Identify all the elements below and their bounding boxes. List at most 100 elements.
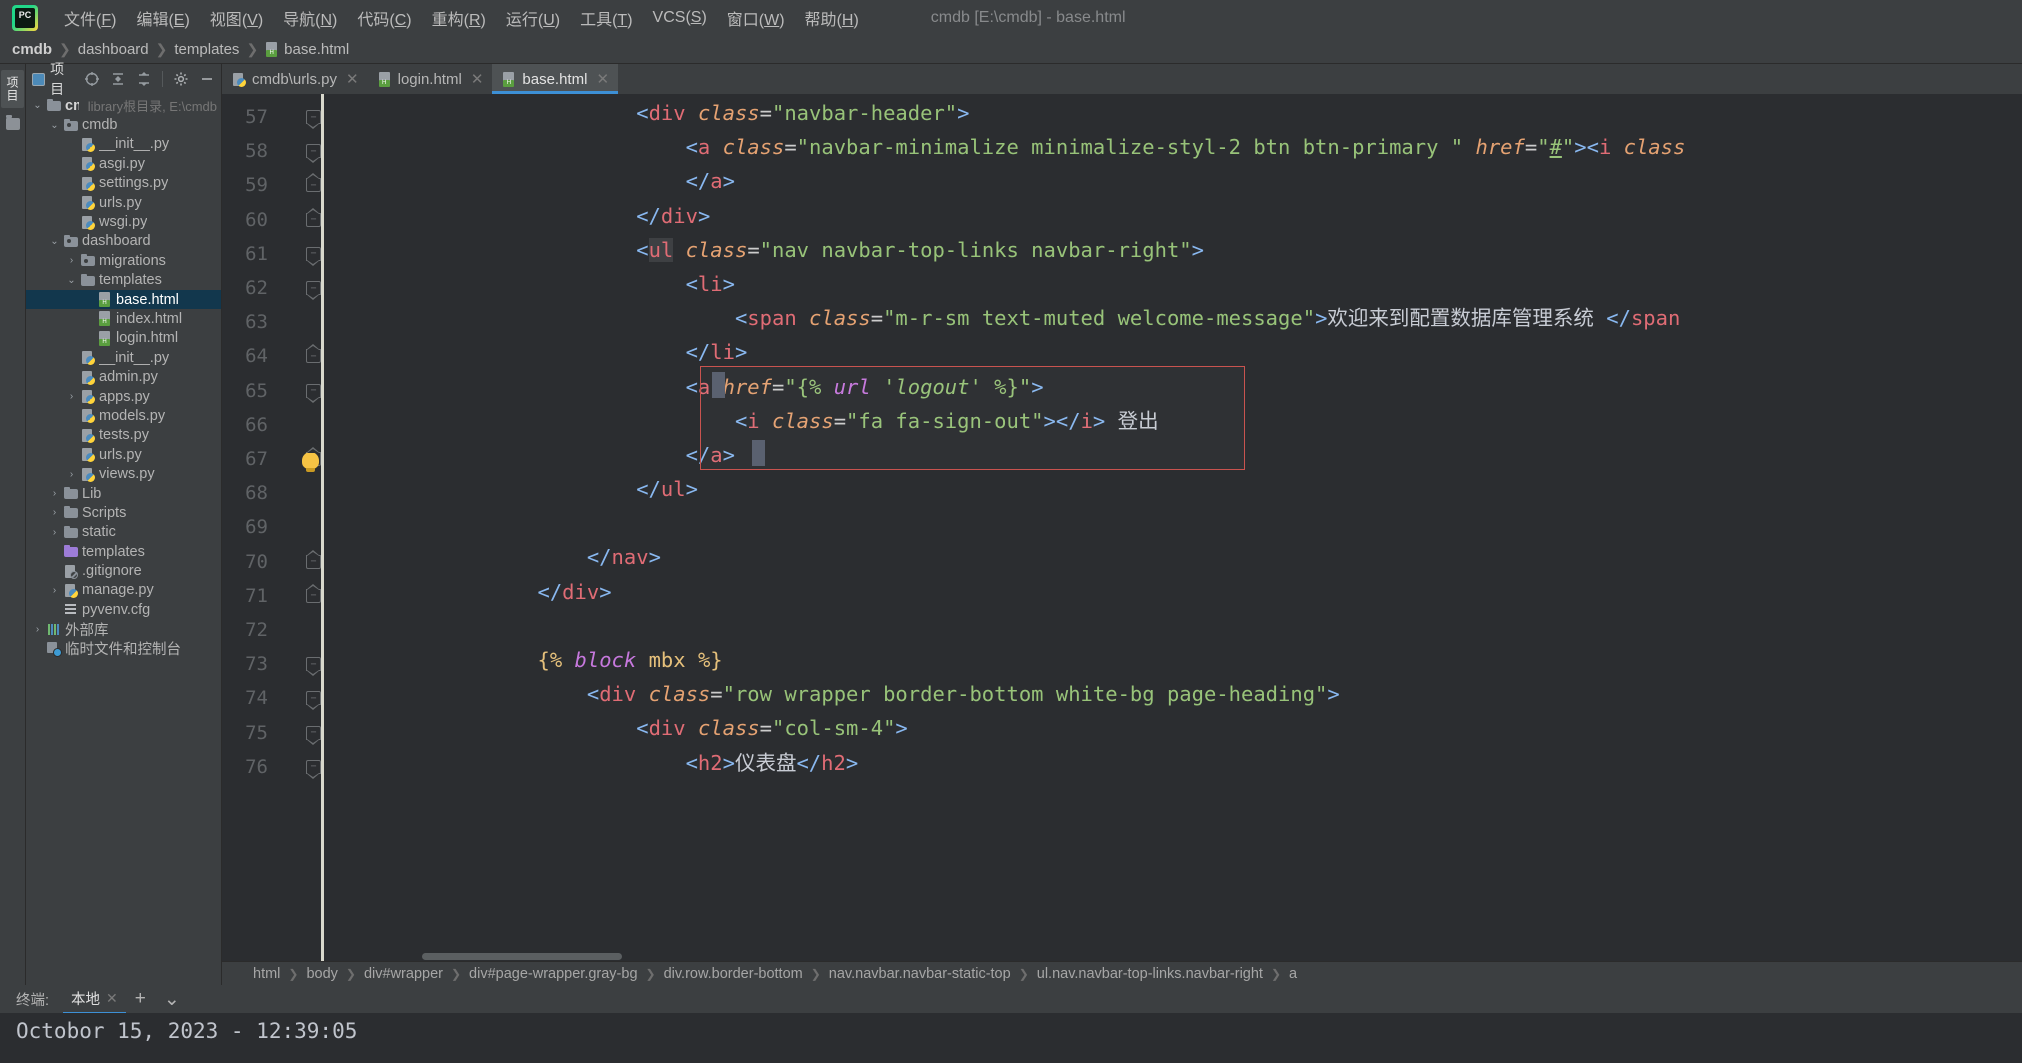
chevron-right-icon[interactable]: › bbox=[49, 507, 60, 518]
tree-item-views.py[interactable]: › views.py bbox=[26, 464, 221, 483]
code-fold-down-icon[interactable]: − bbox=[305, 383, 321, 403]
element-breadcrumb-item[interactable]: div.row.border-bottom bbox=[661, 966, 806, 982]
code-line[interactable]: {% block mbx %} bbox=[340, 643, 2022, 677]
chevron-right-icon[interactable]: › bbox=[49, 585, 60, 596]
tree-item-admin.py[interactable]: admin.py bbox=[26, 367, 221, 386]
close-icon[interactable]: ✕ bbox=[471, 70, 484, 88]
chevron-down-icon[interactable]: ⌄ bbox=[49, 236, 60, 247]
code-line[interactable]: <i class="fa fa-sign-out"></i> 登出 bbox=[340, 404, 2022, 438]
menu-edit[interactable]: 编辑(E) bbox=[126, 2, 199, 34]
chevron-right-icon[interactable]: › bbox=[49, 527, 60, 538]
tree-item-login.html[interactable]: Hlogin.html bbox=[26, 329, 221, 348]
close-icon[interactable]: ✕ bbox=[346, 70, 359, 88]
menu-refactor[interactable]: 重构(R) bbox=[422, 2, 496, 34]
code-line[interactable]: <a class="navbar-minimalize minimalize-s… bbox=[340, 130, 2022, 164]
code-content[interactable]: <div class="navbar-header"> <a class="na… bbox=[330, 94, 2022, 961]
tree-item-base.html[interactable]: Hbase.html bbox=[26, 289, 221, 310]
chevron-down-icon[interactable]: ⌄ bbox=[32, 100, 43, 111]
terminal-output[interactable]: Octobor 15, 2023 - 12:39:05 bbox=[0, 1013, 2022, 1063]
menu-navigate[interactable]: 导航(N) bbox=[273, 2, 347, 34]
tree-item-urls.py[interactable]: urls.py bbox=[26, 193, 221, 212]
editor-horizontal-scrollbar[interactable] bbox=[330, 952, 2022, 961]
tree-item-__init__.py[interactable]: __init__.py bbox=[26, 135, 221, 154]
menu-help[interactable]: 帮助(H) bbox=[795, 2, 869, 34]
tool-window-button-project[interactable]: 项目 bbox=[1, 70, 24, 108]
tree-item-pyvenv.cfg[interactable]: pyvenv.cfg bbox=[26, 600, 221, 619]
element-breadcrumb-item[interactable]: div#wrapper bbox=[361, 966, 446, 982]
add-terminal-button[interactable]: + bbox=[126, 988, 155, 1010]
editor-tab-login.html[interactable]: Hlogin.html ✕ bbox=[368, 64, 493, 94]
tree-item-外部库[interactable]: › 外部库 bbox=[26, 620, 221, 639]
chevron-right-icon[interactable]: › bbox=[49, 488, 60, 499]
code-line[interactable]: <div class="navbar-header"> bbox=[340, 96, 2022, 130]
tree-item-urls.py[interactable]: urls.py bbox=[26, 445, 221, 464]
code-fold-down-icon[interactable]: − bbox=[305, 725, 321, 745]
tree-item-cmdb[interactable]: ⌄ cmdb library根目录, E:\cmdb bbox=[26, 96, 221, 115]
tree-item-templates[interactable]: templates bbox=[26, 542, 221, 561]
menu-tools[interactable]: 工具(T) bbox=[570, 2, 642, 34]
code-line[interactable]: <a href="{% url 'logout' %}"> bbox=[340, 370, 2022, 404]
tree-item-__init__.py[interactable]: __init__.py bbox=[26, 348, 221, 367]
tree-item-apps.py[interactable]: › apps.py bbox=[26, 387, 221, 406]
terminal-tab-local[interactable]: 本地 ✕ bbox=[63, 985, 126, 1014]
chevron-right-icon[interactable]: › bbox=[32, 624, 43, 635]
element-breadcrumb-item[interactable]: ul.nav.navbar-top-links.navbar-right bbox=[1034, 966, 1266, 982]
code-fold-up-icon[interactable]: − bbox=[305, 344, 321, 364]
tree-item-models.py[interactable]: models.py bbox=[26, 406, 221, 425]
chevron-down-icon[interactable]: ⌄ bbox=[66, 275, 77, 286]
menu-vcs[interactable]: VCS(S) bbox=[643, 5, 717, 31]
element-breadcrumb-item[interactable]: body bbox=[303, 966, 340, 982]
code-line[interactable] bbox=[340, 506, 2022, 540]
expand-all-icon[interactable] bbox=[110, 71, 126, 87]
editor-tab-base.html[interactable]: Hbase.html ✕ bbox=[492, 64, 619, 94]
tree-item-.gitignore[interactable]: .gitignore bbox=[26, 561, 221, 580]
close-icon[interactable]: ✕ bbox=[106, 990, 118, 1007]
code-line[interactable] bbox=[340, 609, 2022, 643]
code-fold-down-icon[interactable]: − bbox=[305, 691, 321, 711]
code-line[interactable]: </ul> bbox=[340, 472, 2022, 506]
minimize-icon[interactable] bbox=[199, 71, 215, 87]
menu-code[interactable]: 代码(C) bbox=[347, 2, 421, 34]
intention-bulb-icon[interactable] bbox=[302, 452, 319, 472]
chevron-right-icon[interactable]: › bbox=[66, 391, 77, 402]
tree-item-wsgi.py[interactable]: wsgi.py bbox=[26, 212, 221, 231]
tree-item-settings.py[interactable]: settings.py bbox=[26, 174, 221, 193]
menu-view[interactable]: 视图(V) bbox=[200, 2, 273, 34]
element-breadcrumb-item[interactable]: html bbox=[250, 966, 283, 982]
code-fold-up-icon[interactable]: − bbox=[305, 207, 321, 227]
code-fold-up-icon[interactable]: − bbox=[305, 583, 321, 603]
code-line[interactable]: <div class="col-sm-4"> bbox=[340, 711, 2022, 745]
breadcrumb-item-file[interactable]: H base.html bbox=[261, 40, 353, 59]
chevron-right-icon[interactable]: › bbox=[66, 469, 77, 480]
code-fold-down-icon[interactable]: − bbox=[305, 281, 321, 300]
tree-item-asgi.py[interactable]: asgi.py bbox=[26, 154, 221, 173]
code-line[interactable]: </div> bbox=[340, 199, 2022, 233]
element-breadcrumb-item[interactable]: a bbox=[1286, 966, 1300, 982]
tree-item-lib[interactable]: › Lib bbox=[26, 484, 221, 503]
code-editor[interactable]: 57 − 58 − 59 − 60 − 61 − 62 − 63 64 − 65 − 66 67 − 68 69 70 − 71… bbox=[222, 94, 2022, 961]
editor-gutter[interactable]: 57 − 58 − 59 − 60 − 61 − 62 − 63 64 − 65 − 66 67 − 68 69 70 − 71… bbox=[222, 94, 330, 961]
scrollbar-thumb[interactable] bbox=[422, 953, 622, 960]
code-line[interactable]: </nav> bbox=[340, 540, 2022, 574]
chevron-down-icon[interactable]: ⌄ bbox=[49, 120, 60, 131]
element-breadcrumb-item[interactable]: nav.navbar.navbar-static-top bbox=[826, 966, 1014, 982]
code-line[interactable]: <ul class="nav navbar-top-links navbar-r… bbox=[340, 233, 2022, 267]
tree-item-templates[interactable]: ⌄ templates bbox=[26, 271, 221, 290]
code-line[interactable]: <span class="m-r-sm text-muted welcome-m… bbox=[340, 301, 2022, 335]
menu-file[interactable]: 文件(F) bbox=[54, 2, 126, 34]
code-fold-down-icon[interactable]: − bbox=[305, 759, 321, 779]
code-fold-down-icon[interactable]: − bbox=[305, 144, 321, 164]
tree-item-scripts[interactable]: › Scripts bbox=[26, 503, 221, 522]
code-line[interactable]: </li> bbox=[340, 335, 2022, 369]
breadcrumb-item-templates[interactable]: templates bbox=[170, 40, 243, 59]
close-icon[interactable]: ✕ bbox=[596, 70, 609, 88]
code-fold-down-icon[interactable]: − bbox=[305, 657, 321, 677]
tree-item-临时文件和控制台[interactable]: 临时文件和控制台 bbox=[26, 639, 221, 658]
menu-run[interactable]: 运行(U) bbox=[496, 2, 570, 34]
code-line[interactable]: </a> bbox=[340, 438, 2022, 472]
tree-item-index.html[interactable]: Hindex.html bbox=[26, 309, 221, 328]
tree-item-manage.py[interactable]: › manage.py bbox=[26, 581, 221, 600]
structure-icon[interactable] bbox=[5, 115, 20, 130]
tree-item-cmdb[interactable]: ⌄ cmdb bbox=[26, 115, 221, 134]
project-panel-title[interactable]: 项目 bbox=[32, 59, 74, 99]
